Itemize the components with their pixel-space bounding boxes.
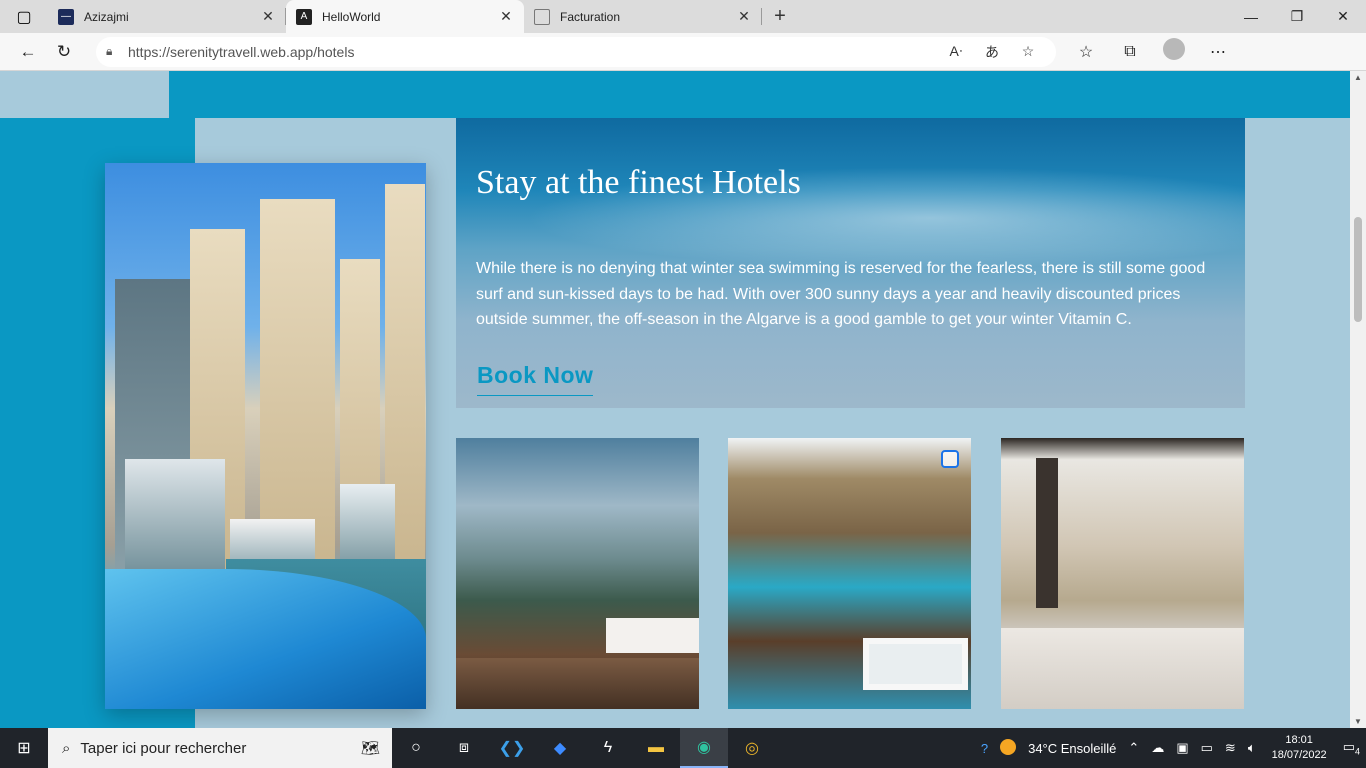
- scroll-down-icon[interactable]: ▼: [1350, 717, 1366, 726]
- wifi-icon[interactable]: ≋: [1219, 740, 1242, 756]
- tab-title: HelloWorld: [322, 9, 381, 24]
- notification-count: 4: [1354, 746, 1360, 757]
- weather-icon: [994, 738, 1022, 758]
- close-tab-icon[interactable]: ✕: [498, 8, 514, 25]
- onedrive-icon[interactable]: ☁: [1145, 740, 1170, 756]
- cortana-icon[interactable]: ○: [392, 728, 440, 768]
- hotel-photo-castle[interactable]: [1001, 438, 1244, 709]
- back-button[interactable]: ←: [10, 37, 46, 67]
- more-menu-icon[interactable]: ⋯: [1196, 42, 1240, 62]
- restore-icon[interactable]: ❐: [1274, 0, 1320, 33]
- header-block: [0, 71, 169, 118]
- task-view-icon[interactable]: ⧈: [440, 728, 488, 768]
- new-tab-button[interactable]: +: [762, 0, 798, 33]
- scroll-thumb[interactable]: [1354, 217, 1362, 322]
- hotels-banner: Stay at the finest Hotels While there is…: [456, 118, 1245, 408]
- lock-icon: 🔒︎: [106, 44, 113, 58]
- minimize-icon[interactable]: —: [1228, 0, 1274, 33]
- weather-text[interactable]: 34°C Ensoleillé: [1022, 741, 1122, 756]
- windows-taskbar: ⊞ ⌕ Taper ici pour rechercher 🗺︎ ○ ⧈ ❮❯ …: [0, 728, 1366, 768]
- search-placeholder: Taper ici pour rechercher: [80, 739, 247, 757]
- banner-text: While there is no denying that winter se…: [476, 260, 1206, 328]
- hero-image: [105, 163, 426, 709]
- clock-time: 18:01: [1285, 734, 1313, 746]
- close-tab-icon[interactable]: ✕: [260, 8, 276, 25]
- tab-facturation[interactable]: Facturation ✕: [524, 0, 762, 33]
- close-tab-icon[interactable]: ✕: [736, 8, 752, 25]
- address-bar[interactable]: 🔒︎ https://serenitytravell.web.app/hotel…: [96, 36, 1056, 67]
- vscode-icon[interactable]: ❮❯: [488, 728, 536, 768]
- translate-icon[interactable]: あ: [974, 42, 1010, 62]
- collections-icon[interactable]: ⧉: [1108, 43, 1152, 61]
- add-favorite-icon[interactable]: ☆: [1010, 43, 1046, 60]
- reload-button[interactable]: ↻: [46, 37, 82, 67]
- clock-date: 18/07/2022: [1271, 749, 1327, 761]
- tab-actions-icon: ▢: [16, 8, 32, 26]
- page-viewport: Stay at the finest Hotels While there is…: [0, 71, 1350, 728]
- start-button[interactable]: ⊞: [0, 728, 48, 768]
- dropbox-icon[interactable]: ◆: [536, 728, 584, 768]
- scroll-up-icon[interactable]: ▲: [1350, 73, 1366, 82]
- tab-azizajmi[interactable]: — Azizajmi ✕: [48, 0, 286, 33]
- camera-icon[interactable]: ▣: [1170, 740, 1194, 756]
- page-scrollbar[interactable]: ▲ ▼: [1350, 71, 1366, 728]
- hotel-photo-overwater[interactable]: [728, 438, 971, 709]
- hotel-photo-mountain[interactable]: [456, 438, 699, 709]
- read-aloud-icon[interactable]: A͏ᐧ: [938, 43, 974, 60]
- file-explorer-icon[interactable]: ▬: [632, 728, 680, 768]
- close-window-icon[interactable]: ✕: [1320, 0, 1366, 33]
- tab-strip: ▢ — Azizajmi ✕ A HelloWorld ✕ Facturatio…: [0, 0, 1366, 33]
- url-text[interactable]: https://serenitytravell.web.app/hotels: [128, 44, 938, 60]
- back-arrow-icon: ←: [19, 41, 37, 61]
- battery-icon[interactable]: ▭: [1195, 740, 1219, 756]
- reload-icon: ↻: [56, 41, 72, 61]
- edge-icon[interactable]: ◉: [680, 728, 728, 768]
- volume-icon[interactable]: 🔈︎: [1242, 740, 1262, 756]
- avatar: [1163, 38, 1185, 60]
- chrome-icon[interactable]: ◎: [728, 728, 776, 768]
- visual-search-icon[interactable]: [941, 450, 959, 468]
- angular-icon: A: [296, 8, 312, 25]
- taskbar-search[interactable]: ⌕ Taper ici pour rechercher 🗺︎: [48, 728, 392, 768]
- app-icon: —: [58, 8, 74, 25]
- tab-title: Azizajmi: [84, 9, 129, 24]
- book-now-button[interactable]: Book Now: [477, 362, 594, 396]
- page-icon: [534, 8, 550, 25]
- tab-actions-button[interactable]: ▢: [0, 0, 48, 33]
- search-highlight-icon: 🗺︎: [360, 740, 380, 757]
- banner-title: Stay at the finest Hotels: [476, 164, 801, 201]
- profile-button[interactable]: [1152, 38, 1196, 65]
- tab-title: Facturation: [560, 9, 621, 24]
- tab-helloworld[interactable]: A HelloWorld ✕: [286, 0, 524, 33]
- system-clock[interactable]: 18:01 18/07/2022: [1262, 733, 1337, 763]
- chevron-up-icon[interactable]: ⌃: [1122, 740, 1145, 756]
- search-icon: ⌕: [62, 739, 71, 757]
- help-icon[interactable]: ?: [975, 741, 994, 756]
- cursor-app-icon[interactable]: ϟ: [584, 728, 632, 768]
- notification-center-icon[interactable]: ▭4: [1337, 739, 1366, 757]
- favorites-icon[interactable]: ☆: [1064, 42, 1108, 62]
- browser-toolbar: ← ↻ 🔒︎ https://serenitytravell.web.app/h…: [0, 33, 1366, 71]
- windows-logo-icon: ⊞: [17, 740, 31, 757]
